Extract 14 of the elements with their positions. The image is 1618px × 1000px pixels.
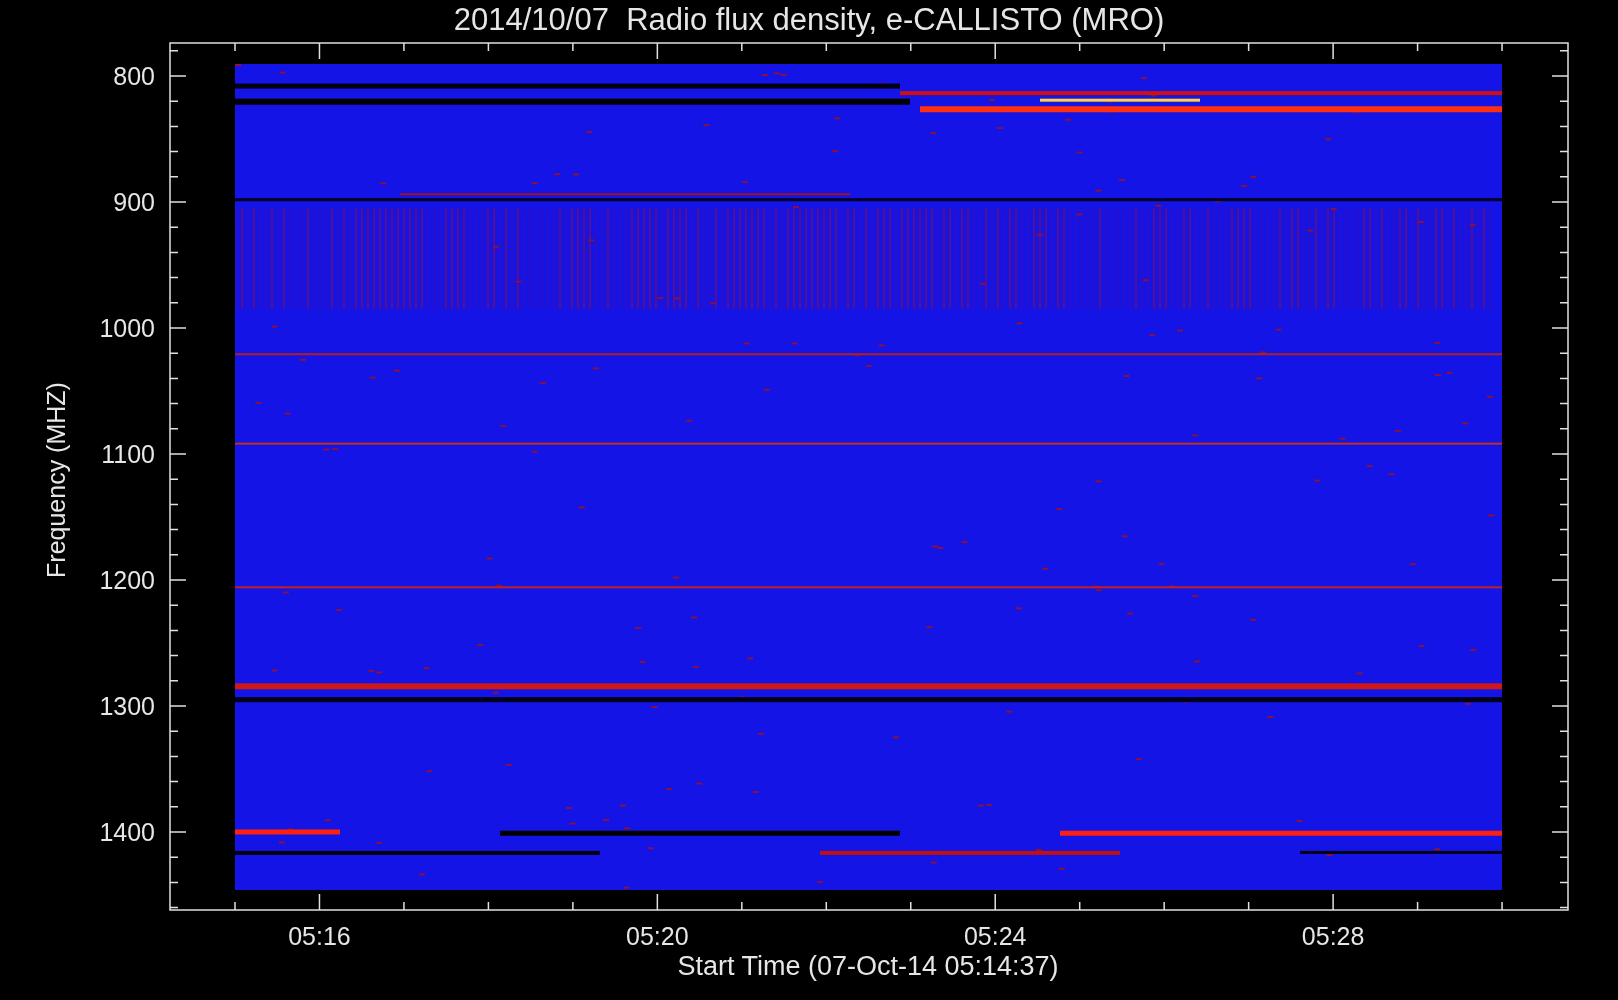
x-tick-label: 05:16 — [288, 922, 351, 950]
x-axis-label: Start Time (07-Oct-14 05:14:37) — [677, 951, 1059, 981]
y-tick-label: 1000 — [99, 314, 155, 342]
y-tick-label: 1200 — [99, 566, 155, 594]
y-axis-label: Frequency (MHZ) — [42, 382, 70, 578]
y-tick-label: 1300 — [99, 692, 155, 720]
x-tick-label: 05:28 — [1301, 922, 1365, 950]
chart-title: 2014/10/07 Radio flux density, e-CALLISTO (MRO) — [453, 1, 1165, 39]
y-tick-label: 1100 — [101, 440, 155, 468]
x-tick-label: 05:24 — [963, 922, 1027, 950]
y-tick-label: 900 — [113, 188, 155, 216]
y-tick-label: 1400 — [99, 818, 155, 846]
x-tick-label: 05:20 — [626, 922, 689, 950]
y-tick-label: 800 — [113, 62, 155, 90]
